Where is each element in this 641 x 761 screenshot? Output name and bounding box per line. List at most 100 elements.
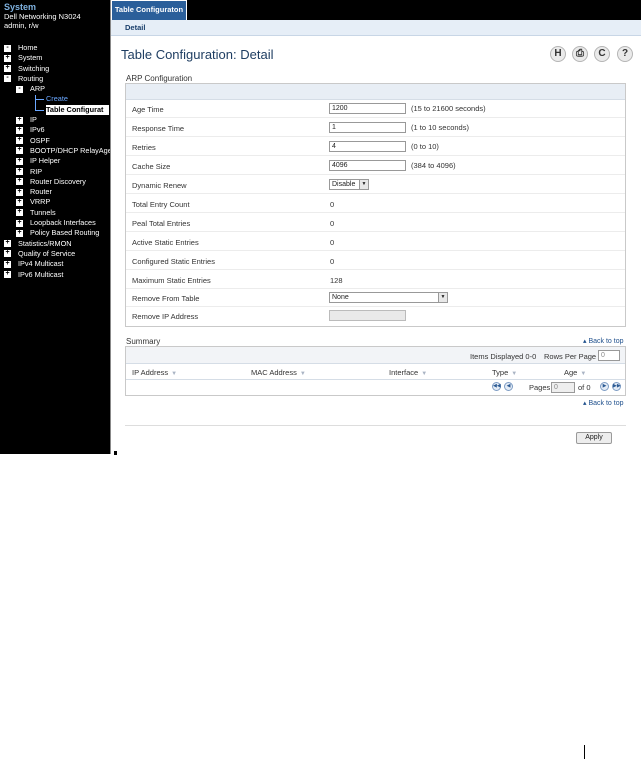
remove-from-table-select[interactable]: None ▼ — [329, 292, 448, 303]
age-time-input[interactable]: 1200 — [329, 103, 406, 114]
sidebar-divider[interactable] — [110, 0, 111, 454]
sidebar-item-bootp[interactable]: + BOOTP/DHCP RelayAge — [0, 146, 110, 156]
column-age[interactable]: Age ▼ — [564, 368, 586, 377]
expand-icon[interactable]: + — [16, 219, 23, 227]
sidebar-item-ipv6[interactable]: + IPv6 — [0, 125, 110, 135]
response-time-input[interactable]: 1 — [329, 122, 406, 133]
refresh-icon[interactable]: C — [594, 46, 610, 62]
expand-icon[interactable]: + — [4, 239, 11, 248]
configured-static-entries-value: 0 — [330, 257, 335, 266]
rows-per-page-select[interactable]: 0 — [598, 350, 620, 361]
cache-size-input[interactable]: 4096 — [329, 160, 406, 171]
sort-icon[interactable]: ▼ — [171, 371, 177, 377]
page-title: Table Configuration: Detail — [121, 47, 274, 62]
expand-icon[interactable]: + — [16, 177, 23, 186]
pagination-bar: ◀◀ ◀ Pages 0 of 0 ▶ ▶▶ — [126, 380, 625, 395]
save-icon[interactable]: H — [550, 46, 566, 62]
retries-range: (0 to 10) — [411, 142, 439, 151]
sidebar-item-router[interactable]: + Router — [0, 187, 110, 197]
collapse-icon[interactable]: - — [4, 44, 11, 52]
chevron-down-icon[interactable]: ▼ — [359, 180, 368, 189]
column-ip-address[interactable]: IP Address ▼ — [132, 368, 177, 377]
sidebar-resize-handle[interactable] — [114, 451, 117, 455]
sidebar-item-switching[interactable]: + Switching — [0, 64, 110, 74]
last-page-icon[interactable]: ▶▶ — [612, 382, 621, 391]
sidebar-item-pbr[interactable]: + Policy Based Routing — [0, 228, 110, 238]
sidebar-item-label: Loopback Interfaces — [30, 218, 96, 228]
expand-icon[interactable]: + — [16, 229, 23, 237]
next-page-icon[interactable]: ▶ — [600, 382, 609, 391]
column-interface-label: Interface — [389, 368, 419, 377]
column-interface[interactable]: Interface ▼ — [389, 368, 427, 377]
sidebar-item-ip[interactable]: + IP — [0, 115, 110, 125]
chevron-down-icon[interactable]: ▼ — [438, 293, 447, 302]
collapse-icon[interactable]: - — [4, 74, 11, 83]
sidebar-item-label: Quality of Service — [18, 248, 76, 258]
tab-table-configuration[interactable]: Table Configuraton — [111, 0, 187, 20]
sidebar-item-system[interactable]: + System — [0, 53, 110, 63]
dynamic-renew-row: Dynamic Renew Disable ▼ — [126, 176, 625, 194]
sidebar-item-home[interactable]: - Home — [0, 43, 110, 53]
sidebar-item-label: OSPF — [30, 135, 50, 145]
expand-icon[interactable]: + — [4, 54, 11, 62]
sort-icon[interactable]: ▼ — [511, 371, 517, 377]
sidebar-item-statistics[interactable]: + Statistics/RMON — [0, 239, 110, 249]
help-icon[interactable]: ? — [617, 46, 633, 62]
sidebar-item-arp[interactable]: - ARP — [0, 84, 110, 94]
sidebar-item-ip-helper[interactable]: + IP Helper — [0, 156, 110, 166]
expand-icon[interactable]: + — [4, 270, 11, 279]
subtab-bar: Detail — [111, 20, 641, 36]
sidebar-item-qos[interactable]: + Quality of Service — [0, 249, 110, 259]
sidebar-item-tunnels[interactable]: + Tunnels — [0, 208, 110, 218]
sort-icon[interactable]: ▼ — [580, 371, 586, 377]
expand-icon[interactable]: + — [16, 188, 23, 196]
expand-icon[interactable]: + — [4, 249, 11, 258]
previous-page-icon[interactable]: ◀ — [504, 382, 513, 391]
sidebar-item-vrrp[interactable]: + VRRP — [0, 197, 110, 207]
sidebar-item-loopback[interactable]: + Loopback Interfaces — [0, 218, 110, 228]
collapse-icon[interactable]: - — [16, 85, 23, 93]
sidebar-item-routing[interactable]: - Routing — [0, 74, 110, 84]
back-to-top-link[interactable]: ▴ Back to top — [583, 337, 624, 345]
expand-icon[interactable]: + — [16, 208, 23, 217]
column-type[interactable]: Type ▼ — [492, 368, 517, 377]
subtab-detail[interactable]: Detail — [125, 23, 145, 32]
column-age-label: Age — [564, 368, 578, 377]
column-mac-address-label: MAC Address — [251, 368, 297, 377]
expand-icon[interactable]: + — [16, 136, 23, 145]
expand-icon[interactable]: + — [4, 64, 11, 73]
panel-header-band — [126, 84, 625, 100]
remove-ip-address-label: Remove IP Address — [132, 312, 199, 321]
sidebar-item-ipv6-multicast[interactable]: + IPv6 Multicast — [0, 270, 110, 280]
column-mac-address[interactable]: MAC Address ▼ — [251, 368, 306, 377]
remove-ip-address-input[interactable] — [329, 310, 406, 321]
print-icon[interactable]: ⎙ — [572, 46, 588, 62]
back-to-top-link[interactable]: ▴ Back to top — [583, 399, 624, 407]
page-number-input[interactable]: 0 — [551, 382, 575, 393]
dynamic-renew-select[interactable]: Disable ▼ — [329, 179, 369, 190]
expand-icon[interactable]: + — [16, 126, 23, 134]
system-title[interactable]: System — [4, 3, 110, 12]
expand-icon[interactable]: + — [16, 198, 23, 206]
sidebar-item-router-discovery[interactable]: + Router Discovery — [0, 177, 110, 187]
sidebar-item-ipv4-multicast[interactable]: + IPv4 Multicast — [0, 259, 110, 269]
sort-icon[interactable]: ▼ — [421, 371, 427, 377]
first-page-icon[interactable]: ◀◀ — [492, 382, 501, 391]
sidebar-item-label: IPv4 Multicast — [18, 259, 64, 269]
apply-button[interactable]: Apply — [576, 432, 612, 444]
expand-icon[interactable]: + — [4, 260, 11, 268]
active-static-entries-row: Active Static Entries 0 — [126, 233, 625, 251]
sidebar-item-table-configuration[interactable]: Table Configurat — [0, 104, 110, 116]
expand-icon[interactable]: + — [16, 146, 23, 155]
expand-icon[interactable]: + — [16, 157, 23, 165]
rows-per-page-label: Rows Per Page — [544, 352, 597, 361]
retries-input[interactable]: 4 — [329, 141, 406, 152]
sidebar-item-create[interactable]: Create — [0, 94, 110, 104]
expand-icon[interactable]: + — [16, 167, 23, 176]
response-time-label: Response Time — [132, 124, 185, 133]
back-to-top-label: Back to top — [588, 400, 624, 407]
sort-icon[interactable]: ▼ — [300, 371, 306, 377]
sidebar-item-rip[interactable]: + RIP — [0, 167, 110, 177]
sidebar-item-ospf[interactable]: + OSPF — [0, 136, 110, 146]
expand-icon[interactable]: + — [16, 116, 23, 124]
